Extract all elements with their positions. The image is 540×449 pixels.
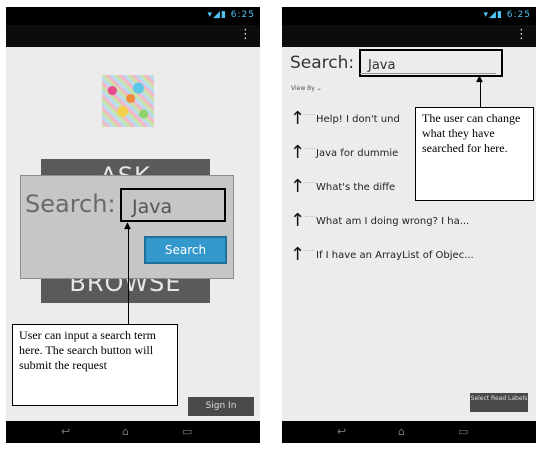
view-by-label: View By bbox=[291, 85, 315, 92]
callout-search-change: The user can change what they have searc… bbox=[415, 107, 534, 201]
status-icons: ▾◢▮ 6:25 bbox=[208, 10, 256, 20]
overflow-menu-icon[interactable]: ⋮ bbox=[515, 27, 528, 43]
search-label: Search: bbox=[290, 53, 355, 73]
upvote-arrow-icon[interactable]: ↑ bbox=[290, 245, 305, 265]
app-logo-icon bbox=[102, 75, 154, 127]
upvote-arrow-icon[interactable]: ↑ bbox=[290, 143, 305, 163]
vote-count-icon: ··· ··· bbox=[304, 248, 316, 254]
search-button[interactable]: Search bbox=[144, 236, 227, 264]
back-icon[interactable]: ↩ bbox=[61, 425, 70, 439]
battery-icon: ▮ bbox=[220, 10, 227, 20]
home-icon[interactable]: ⌂ bbox=[122, 425, 129, 439]
home-icon[interactable]: ⌂ bbox=[398, 425, 405, 439]
callout-search-input: User can input a search term here. The s… bbox=[12, 324, 178, 406]
view-by-dropdown[interactable]: View By ⌄ bbox=[291, 85, 322, 92]
result-title: Help! I don't und bbox=[316, 114, 400, 125]
select-read-labels-button[interactable]: Select Read Labels bbox=[470, 393, 528, 412]
callout-pointer-left bbox=[128, 227, 129, 325]
status-time: 6:25 bbox=[230, 10, 255, 20]
result-title: What's the diffe bbox=[316, 182, 396, 193]
signal-icon: ◢ bbox=[213, 10, 221, 20]
results-screen: Search: Java View By ⌄ ↑ ··· ··· Help! I… bbox=[282, 47, 536, 421]
signal-icon: ◢ bbox=[489, 10, 497, 20]
battery-icon: ▮ bbox=[496, 10, 503, 20]
back-icon[interactable]: ↩ bbox=[337, 425, 346, 439]
search-label: Search: bbox=[25, 190, 116, 218]
status-icons: ▾◢▮ 6:25 bbox=[484, 10, 532, 20]
upvote-arrow-icon[interactable]: ↑ bbox=[290, 109, 305, 129]
overflow-menu-icon[interactable]: ⋮ bbox=[239, 27, 252, 43]
vote-count-icon: ··· ··· bbox=[304, 146, 316, 152]
chevron-down-icon: ⌄ bbox=[316, 85, 322, 92]
status-time: 6:25 bbox=[506, 10, 531, 20]
action-bar: ⋮ bbox=[282, 25, 536, 47]
upvote-arrow-icon[interactable]: ↑ bbox=[290, 177, 305, 197]
sign-in-button[interactable]: Sign In bbox=[188, 397, 254, 416]
callout-arrowhead-right: ▲ bbox=[476, 74, 483, 84]
callout-arrowhead-left: ▲ bbox=[124, 221, 131, 231]
search-input[interactable]: Java bbox=[120, 188, 226, 222]
vote-count-icon: ··· ··· bbox=[304, 180, 316, 186]
recent-apps-icon[interactable]: ▭ bbox=[182, 425, 192, 439]
recent-apps-icon[interactable]: ▭ bbox=[458, 425, 468, 439]
action-bar: ⋮ bbox=[6, 25, 260, 47]
phone-screen-results: ▾◢▮ 6:25 ⋮ Search: Java View By ⌄ ↑ ··· … bbox=[282, 7, 536, 443]
status-bar: ▾◢▮ 6:25 bbox=[282, 7, 536, 25]
list-item[interactable]: ↑ ··· ··· If I have an ArrayList of Obje… bbox=[290, 245, 530, 267]
result-title: Java for dummie bbox=[316, 148, 399, 159]
result-title: If I have an ArrayList of Objec... bbox=[316, 250, 474, 261]
list-item[interactable]: ↑ ··· ··· What am I doing wrong? I ha... bbox=[290, 211, 530, 233]
nav-bar: ↩ ⌂ ▭ bbox=[282, 421, 536, 443]
result-title: What am I doing wrong? I ha... bbox=[316, 216, 470, 227]
status-bar: ▾◢▮ 6:25 bbox=[6, 7, 260, 25]
upvote-arrow-icon[interactable]: ↑ bbox=[290, 211, 305, 231]
nav-bar: ↩ ⌂ ▭ bbox=[6, 421, 260, 443]
vote-count-icon: ··· ··· bbox=[304, 214, 316, 220]
vote-count-icon: ··· ··· bbox=[304, 112, 316, 118]
